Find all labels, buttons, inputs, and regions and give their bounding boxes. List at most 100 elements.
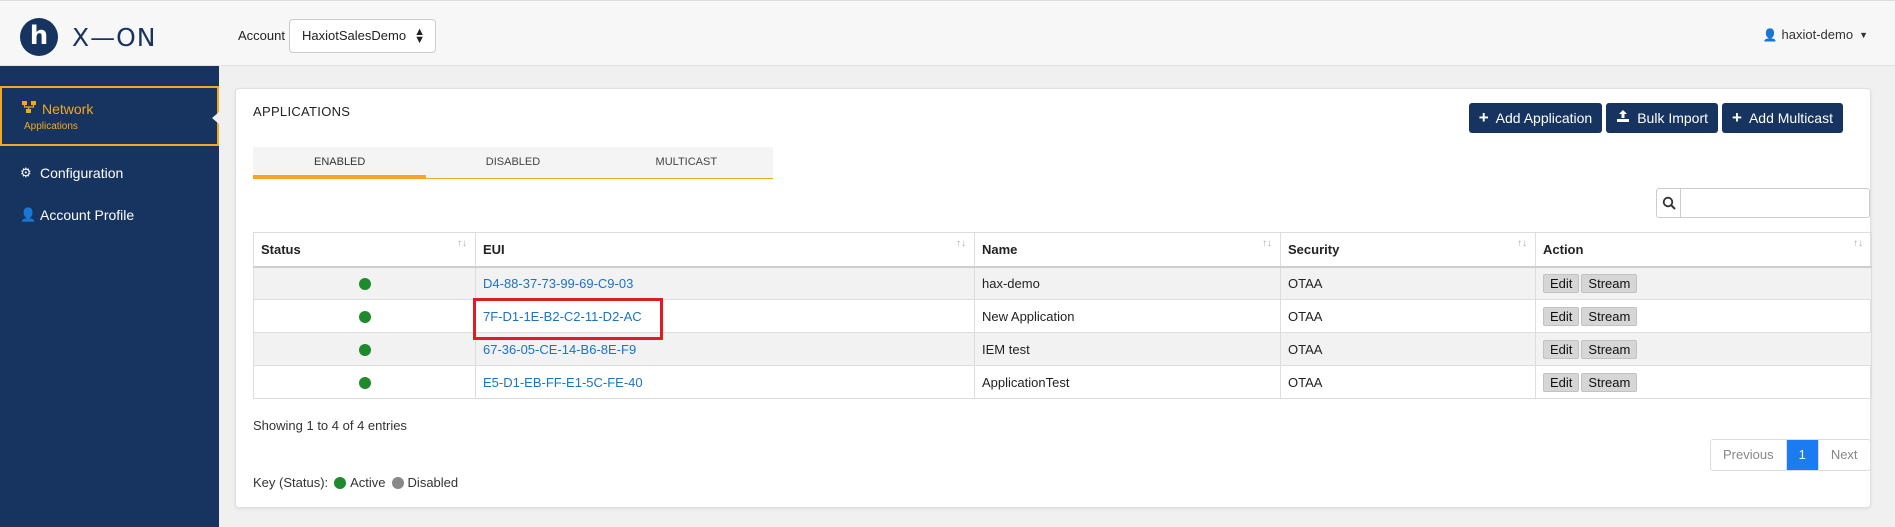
sidebar-item-label: Network	[42, 100, 94, 117]
active-key-label: Active	[350, 475, 386, 490]
status-active-dot	[358, 377, 371, 390]
action-cell: Edit Stream	[1535, 266, 1872, 300]
eui-cell: E5-D1-EB-FF-E1-5C-FE-40	[475, 365, 975, 399]
status-cell	[253, 332, 476, 366]
user-icon: 👤	[20, 207, 37, 222]
chevron-down-icon: ▼	[1859, 29, 1868, 40]
name-cell: New Application	[974, 299, 1281, 333]
table-row: E5-D1-EB-FF-E1-5C-FE-40 ApplicationTest …	[253, 365, 1872, 399]
column-header-eui[interactable]: EUI ↑↓	[475, 232, 975, 268]
plus-icon: +	[1478, 108, 1489, 127]
applications-panel: APPLICATIONS + Add Application Bulk Impo…	[235, 88, 1872, 508]
page-title: APPLICATIONS	[253, 104, 351, 119]
eui-cell: 7F-D1-1E-B2-C2-11-D2-AC	[473, 297, 975, 340]
sidebar-item-label: Account Profile	[40, 207, 135, 223]
status-cell	[253, 299, 476, 333]
network-icon	[22, 101, 42, 116]
brand-logo[interactable]: h X—ON	[20, 18, 157, 56]
table-search	[1656, 188, 1870, 218]
sort-icon: ↑↓	[956, 238, 966, 249]
disabled-key-dot	[391, 476, 404, 489]
search-input[interactable]	[1681, 188, 1870, 218]
logo-icon: h	[20, 18, 58, 56]
security-cell: OTAA	[1280, 332, 1536, 366]
pagination: Previous 1 Next	[1710, 439, 1871, 471]
edit-button[interactable]: Edit	[1543, 339, 1580, 359]
sort-icon: ↑↓	[1262, 238, 1272, 249]
eui-link[interactable]: E5-D1-EB-FF-E1-5C-FE-40	[483, 375, 643, 390]
eui-cell: D4-88-37-73-99-69-C9-03	[475, 266, 975, 300]
active-indicator	[212, 112, 219, 124]
table-header-row: Status ↑↓ EUI ↑↓ Name ↑↓ Security ↑↓ Action ↑…	[253, 232, 1872, 268]
top-bar: h X—ON Account HaxiotSalesDemo ▲ ▼ 👤 haxi…	[0, 0, 1895, 66]
edit-button[interactable]: Edit	[1543, 306, 1580, 326]
applications-table: Status ↑↓ EUI ↑↓ Name ↑↓ Security ↑↓ Action ↑…	[253, 232, 1872, 399]
status-active-dot	[358, 278, 371, 291]
name-cell: hax-demo	[974, 266, 1281, 300]
bulk-import-button[interactable]: Bulk Import	[1606, 103, 1719, 133]
edit-button[interactable]: Edit	[1543, 372, 1580, 392]
add-multicast-label: Add Multicast	[1748, 110, 1833, 126]
status-active-dot	[358, 311, 371, 324]
column-header-status[interactable]: Status ↑↓	[253, 232, 476, 268]
sidebar-item-network[interactable]: Network Applications	[0, 86, 219, 146]
sidebar-item-configuration[interactable]: ⚙ Configuration	[0, 152, 219, 194]
upload-icon	[1616, 108, 1630, 128]
sort-icon: ↑↓	[1517, 238, 1527, 249]
toolbar: + Add Application Bulk Import + Add Mult…	[1468, 103, 1843, 133]
action-cell: Edit Stream	[1535, 299, 1872, 333]
brand-name: X—ON	[72, 22, 157, 52]
action-cell: Edit Stream	[1535, 365, 1872, 399]
status-active-dot	[358, 344, 371, 357]
stream-button[interactable]: Stream	[1581, 372, 1638, 392]
status-cell	[253, 365, 476, 399]
status-tabs: ENABLED DISABLED MULTICAST	[253, 147, 773, 179]
search-icon[interactable]	[1656, 188, 1681, 218]
sort-icon: ↑↓	[457, 238, 467, 249]
eui-link[interactable]: 67-36-05-CE-14-B6-8E-F9	[483, 342, 636, 357]
security-cell: OTAA	[1280, 266, 1536, 300]
sidebar-item-account-profile[interactable]: 👤 Account Profile	[0, 194, 219, 236]
column-header-action[interactable]: Action ↑↓	[1535, 232, 1872, 268]
status-key: Key (Status): Active Disabled	[253, 475, 458, 490]
sidebar: Network Applications ⚙ Configuration 👤 A…	[0, 66, 219, 527]
entries-info: Showing 1 to 4 of 4 entries	[253, 418, 407, 433]
page-1-button[interactable]: 1	[1786, 440, 1818, 470]
add-application-label: Add Application	[1495, 110, 1593, 126]
gear-icon: ⚙	[20, 165, 32, 180]
plus-icon: +	[1732, 108, 1742, 127]
add-multicast-button[interactable]: + Add Multicast	[1722, 103, 1843, 133]
security-cell: OTAA	[1280, 299, 1536, 333]
previous-page-button[interactable]: Previous	[1711, 440, 1787, 470]
user-menu[interactable]: 👤 haxiot-demo ▼	[1763, 27, 1868, 42]
select-caret-icon: ▲ ▼	[414, 26, 425, 46]
account-select[interactable]: HaxiotSalesDemo ▲ ▼	[289, 19, 436, 53]
action-cell: Edit Stream	[1535, 332, 1872, 366]
eui-link[interactable]: D4-88-37-73-99-69-C9-03	[483, 276, 633, 291]
column-header-security[interactable]: Security ↑↓	[1280, 232, 1536, 268]
tab-multicast[interactable]: MULTICAST	[600, 147, 773, 178]
highlight-box: 7F-D1-1E-B2-C2-11-D2-AC	[473, 297, 663, 340]
account-selected-value: HaxiotSalesDemo	[302, 28, 407, 43]
disabled-key-label: Disabled	[407, 475, 459, 490]
stream-button[interactable]: Stream	[1581, 339, 1638, 359]
sidebar-item-label: Configuration	[40, 165, 124, 181]
status-key-label: Key (Status):	[253, 475, 329, 490]
tab-disabled[interactable]: DISABLED	[426, 147, 599, 178]
stream-button[interactable]: Stream	[1581, 273, 1638, 293]
table-row: D4-88-37-73-99-69-C9-03 hax-demo OTAA Ed…	[253, 266, 1872, 300]
bulk-import-label: Bulk Import	[1637, 110, 1709, 126]
stream-button[interactable]: Stream	[1581, 306, 1638, 326]
column-header-name[interactable]: Name ↑↓	[974, 232, 1281, 268]
tab-enabled[interactable]: ENABLED	[253, 147, 427, 178]
account-label: Account	[238, 28, 285, 43]
security-cell: OTAA	[1280, 365, 1536, 399]
sort-icon: ↑↓	[1853, 238, 1863, 249]
edit-button[interactable]: Edit	[1543, 273, 1580, 293]
next-page-button[interactable]: Next	[1817, 440, 1870, 470]
eui-link[interactable]: 7F-D1-1E-B2-C2-11-D2-AC	[483, 309, 642, 324]
sidebar-item-sublabel: Applications	[24, 120, 78, 132]
status-cell	[253, 266, 476, 300]
name-cell: IEM test	[974, 332, 1281, 366]
add-application-button[interactable]: + Add Application	[1468, 103, 1603, 133]
